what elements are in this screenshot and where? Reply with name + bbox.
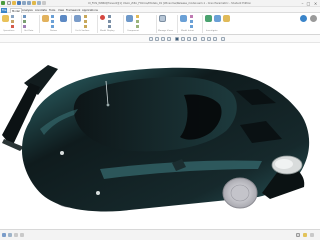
model-tree-toggle-icon[interactable] bbox=[2, 233, 6, 237]
delete-icon[interactable] bbox=[11, 25, 14, 28]
appearance-icon[interactable] bbox=[100, 15, 105, 20]
publish-geometry-icon[interactable] bbox=[190, 25, 193, 28]
hole-icon[interactable] bbox=[84, 25, 87, 28]
play-icon[interactable] bbox=[221, 36, 225, 41]
maximize-button[interactable]: □ bbox=[306, 1, 311, 6]
title-bar: Ul_FOS_W8RO[Prevent][1] Ulsini_Zilto_FlO… bbox=[0, 0, 320, 7]
car-model-render bbox=[2, 65, 310, 212]
component-group-label: Component bbox=[127, 30, 140, 32]
ribbon-separator bbox=[71, 15, 72, 33]
decal bbox=[96, 191, 100, 195]
perspective-icon[interactable] bbox=[193, 36, 197, 41]
assemble-icon[interactable] bbox=[126, 15, 133, 22]
window-title: Ul_FOS_W8RO[Prevent][1] Ulsini_Zilto_FlO… bbox=[88, 1, 252, 5]
copy-geometry-icon[interactable] bbox=[23, 20, 26, 23]
datum-axis-icon[interactable] bbox=[51, 15, 54, 18]
family-table-icon[interactable] bbox=[180, 15, 187, 22]
decal bbox=[60, 151, 64, 155]
minimize-button[interactable]: – bbox=[300, 1, 305, 6]
message-log-icon[interactable] bbox=[14, 233, 18, 237]
ribbon-separator bbox=[156, 15, 157, 33]
relations-icon[interactable] bbox=[190, 15, 193, 18]
find-icon[interactable] bbox=[310, 233, 314, 237]
ribbon-separator bbox=[39, 15, 40, 33]
process-icon[interactable] bbox=[223, 15, 230, 22]
refit-icon[interactable] bbox=[149, 36, 153, 41]
ribbon-separator bbox=[123, 15, 124, 33]
get-data-group-label: Get Data bbox=[24, 30, 34, 32]
spin-center-icon[interactable] bbox=[213, 36, 217, 41]
model-intent-group-label: Model Intent bbox=[181, 30, 195, 32]
cut-surface-group-label: Cut & Surface bbox=[75, 30, 90, 32]
car-body bbox=[22, 67, 310, 212]
ribbon-separator bbox=[97, 15, 98, 33]
regenerate-status-icon[interactable] bbox=[303, 233, 307, 237]
headlight bbox=[271, 155, 303, 175]
view-manager-icon[interactable] bbox=[159, 15, 166, 22]
windows-icon[interactable] bbox=[37, 1, 41, 5]
status-bar bbox=[0, 229, 320, 240]
save-icon[interactable] bbox=[17, 1, 21, 5]
close-button[interactable]: × bbox=[313, 1, 318, 6]
model-display-group-label: Model Display bbox=[100, 30, 115, 32]
user-defined-feature-icon[interactable] bbox=[23, 15, 26, 18]
zoom-in-icon[interactable] bbox=[155, 36, 159, 41]
parameters-icon[interactable] bbox=[190, 20, 193, 23]
help-icon[interactable] bbox=[300, 15, 307, 22]
paste-icon[interactable] bbox=[11, 20, 14, 23]
datum-display-filters-icon[interactable] bbox=[201, 36, 205, 41]
datum-point-icon[interactable] bbox=[51, 20, 54, 23]
revolve-icon[interactable] bbox=[84, 15, 87, 18]
layers-icon[interactable] bbox=[108, 25, 111, 28]
creo-logo-icon bbox=[1, 1, 5, 5]
redo-icon[interactable] bbox=[27, 1, 31, 5]
create-component-icon[interactable] bbox=[136, 15, 139, 18]
extrude-icon[interactable] bbox=[74, 15, 81, 22]
investigate-group-label: Investigate bbox=[206, 30, 218, 32]
sweep-icon[interactable] bbox=[84, 20, 87, 23]
saved-orientations-icon[interactable] bbox=[181, 36, 185, 41]
datum-group-label: Datum bbox=[50, 30, 58, 32]
ribbon-separator bbox=[177, 15, 178, 33]
front-wheel bbox=[222, 177, 258, 209]
annotation-display-icon[interactable] bbox=[207, 36, 211, 41]
creo-window: Ul_FOS_W8RO[Prevent][1] Ulsini_Zilto_FlO… bbox=[0, 0, 320, 240]
ribbon: Operations Get Data Datum Cut & Surface … bbox=[0, 13, 320, 35]
manage-views-group-label: Manage Views bbox=[158, 30, 173, 32]
open-folder-icon[interactable] bbox=[12, 1, 16, 5]
copy-icon[interactable] bbox=[11, 15, 14, 18]
graphics-toolbar bbox=[0, 35, 320, 43]
selection-filter-icon[interactable] bbox=[296, 233, 300, 237]
section-icon[interactable] bbox=[108, 20, 111, 23]
sketch-icon[interactable] bbox=[60, 15, 67, 22]
zoom-out-icon[interactable] bbox=[161, 36, 165, 41]
view-manager-icon[interactable] bbox=[187, 36, 191, 41]
display-style-icon[interactable] bbox=[108, 15, 111, 18]
settings-icon[interactable] bbox=[310, 15, 317, 22]
repeat-icon[interactable] bbox=[136, 20, 139, 23]
full-screen-icon[interactable] bbox=[20, 233, 24, 237]
bill-of-materials-icon[interactable] bbox=[205, 15, 212, 22]
display-style-icon[interactable] bbox=[175, 36, 179, 41]
ribbon-separator bbox=[21, 15, 22, 33]
datum-plane-icon[interactable] bbox=[42, 15, 49, 22]
operations-group-label: Operations bbox=[3, 30, 15, 32]
regenerate-icon[interactable] bbox=[32, 1, 36, 5]
close-window-icon[interactable] bbox=[42, 1, 46, 5]
coordinate-system-icon[interactable] bbox=[51, 25, 54, 28]
ribbon-separator bbox=[202, 15, 203, 33]
new-file-icon[interactable] bbox=[7, 1, 11, 5]
undo-icon[interactable] bbox=[22, 1, 26, 5]
reference-viewer-icon[interactable] bbox=[214, 15, 221, 22]
shrinkwrap-icon[interactable] bbox=[23, 25, 26, 28]
browser-toggle-icon[interactable] bbox=[8, 233, 12, 237]
mirror-component-icon[interactable] bbox=[136, 25, 139, 28]
regenerate-icon[interactable] bbox=[2, 15, 9, 22]
graphics-viewport[interactable] bbox=[0, 43, 320, 229]
repaint-icon[interactable] bbox=[167, 36, 171, 41]
